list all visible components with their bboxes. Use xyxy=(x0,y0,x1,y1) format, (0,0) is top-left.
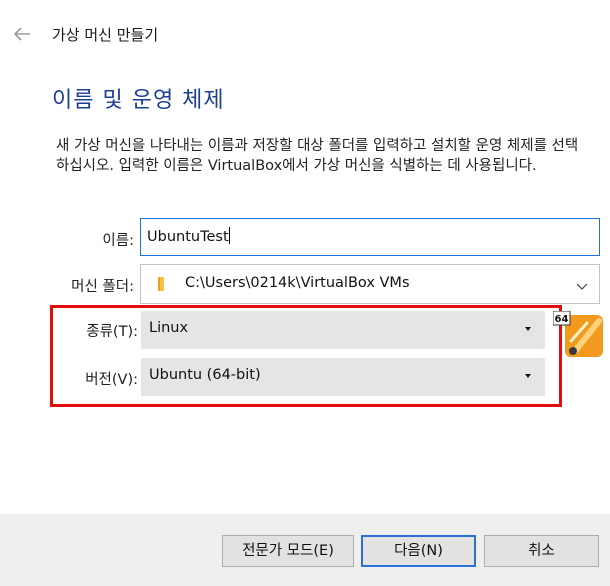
dropdown-arrow-icon xyxy=(525,374,531,378)
dropdown-arrow-icon xyxy=(525,327,531,331)
chevron-down-icon[interactable] xyxy=(575,278,589,292)
page-title: 이름 및 운영 체제 xyxy=(52,88,225,113)
expert-mode-button[interactable]: 전문가 모드(E) xyxy=(222,535,354,567)
header: 가상 머신 만들기 xyxy=(0,0,610,70)
folder-icon xyxy=(155,276,171,292)
name-input[interactable]: UbuntuTest xyxy=(140,218,600,256)
type-label: 종류(T): xyxy=(86,324,138,340)
name-input-value: UbuntuTest xyxy=(147,229,229,245)
os-type-select[interactable]: Linux xyxy=(141,311,545,349)
version-label: 버전(V): xyxy=(85,372,138,388)
machine-folder-select[interactable]: C:\Users\0214k\VirtualBox VMs xyxy=(140,264,600,304)
back-arrow-icon[interactable] xyxy=(10,22,34,46)
next-button[interactable]: 다음(N) xyxy=(361,535,476,567)
folder-label: 머신 폴더: xyxy=(71,279,134,295)
cancel-button[interactable]: 취소 xyxy=(484,535,599,567)
os-type-value: Linux xyxy=(149,320,189,336)
os-version-select[interactable]: Ubuntu (64-bit) xyxy=(141,358,545,396)
description-text: 새 가상 머신을 나타내는 이름과 저장할 대상 폴더를 입력하고 설치할 운영… xyxy=(56,138,579,174)
window-title: 가상 머신 만들기 xyxy=(52,26,159,44)
machine-folder-path: C:\Users\0214k\VirtualBox VMs xyxy=(185,275,410,291)
name-label: 이름: xyxy=(102,233,134,249)
ubuntu-64-os-icon: 64 xyxy=(552,310,605,361)
os-icon-badge: 64 xyxy=(555,314,569,325)
os-version-value: Ubuntu (64-bit) xyxy=(149,367,261,383)
text-caret xyxy=(228,227,230,244)
